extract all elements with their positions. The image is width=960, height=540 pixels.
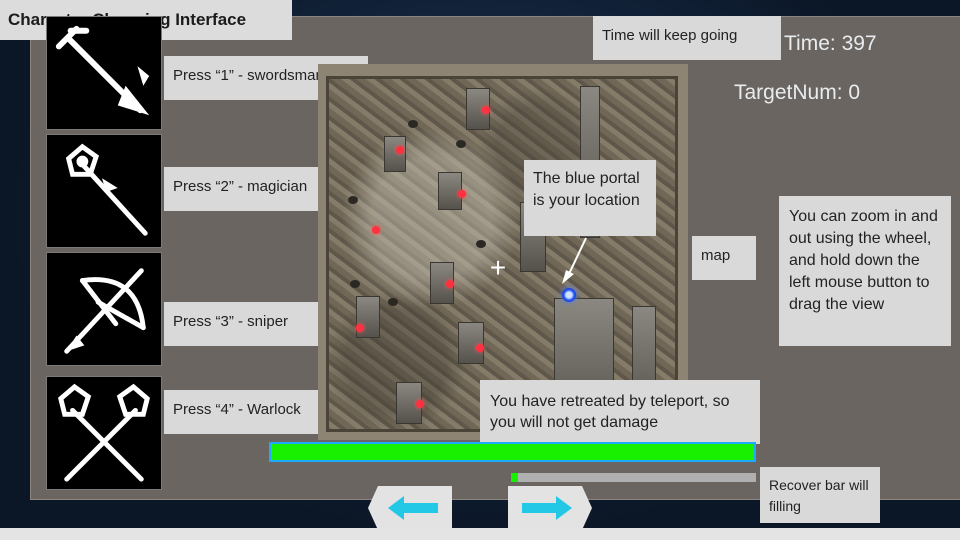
- arrow-left-icon: [368, 486, 452, 530]
- character-sniper[interactable]: [46, 252, 162, 366]
- next-character-button[interactable]: [508, 486, 592, 530]
- annotation-map: map: [692, 236, 756, 280]
- sword-icon: [55, 25, 150, 116]
- target-display: TargetNum: 0: [734, 81, 860, 105]
- enemy-marker: [416, 400, 424, 408]
- label-warlock: Press “4” - Warlock: [164, 390, 332, 434]
- map-pit: [388, 298, 398, 306]
- annotation-recover: Recover bar will filling: [760, 467, 880, 523]
- map-pit: [408, 120, 418, 128]
- enemy-marker: [482, 106, 490, 114]
- map-pit: [350, 280, 360, 288]
- crossbow-icon: [64, 268, 146, 354]
- label-sniper: Press “3” - sniper: [164, 302, 320, 346]
- prev-character-button[interactable]: [368, 486, 452, 530]
- map-wall: [458, 322, 484, 364]
- annotation-zoom: You can zoom in and out using the wheel,…: [779, 196, 951, 346]
- annotation-pointer-arrow: [562, 237, 587, 284]
- portal-location-icon: [562, 288, 576, 302]
- enemy-marker: [476, 344, 484, 352]
- arrow-right-icon: [508, 486, 592, 530]
- enemy-marker: [396, 146, 404, 154]
- enemy-marker: [372, 226, 380, 234]
- bottom-strip: [0, 528, 960, 540]
- recover-bar: [511, 473, 756, 482]
- map-pit: [456, 140, 466, 148]
- map-terrain: +: [326, 76, 678, 432]
- time-label: Time:: [784, 32, 836, 55]
- target-value: 0: [848, 81, 861, 104]
- recover-bar-fill: [511, 473, 519, 482]
- health-bar: [269, 442, 756, 462]
- annotation-teleport: You have retreated by teleport, so you w…: [480, 380, 760, 444]
- time-display: Time: 397: [784, 32, 877, 56]
- crossed-staves-icon: [58, 383, 150, 482]
- staff-icon: [65, 143, 148, 236]
- enemy-marker: [446, 280, 454, 288]
- target-label: TargetNum:: [734, 81, 843, 104]
- annotation-portal: The blue portal is your location: [524, 160, 656, 236]
- health-bar-fill: [271, 444, 754, 460]
- annotation-time: Time will keep going: [593, 16, 781, 60]
- map-wall: [384, 136, 406, 172]
- character-warlock[interactable]: [46, 376, 162, 490]
- map-pit: [476, 240, 486, 248]
- crosshair-icon: +: [489, 252, 507, 283]
- enemy-marker: [458, 190, 466, 198]
- enemy-marker: [356, 324, 364, 332]
- map-pit: [348, 196, 358, 204]
- character-swordsman[interactable]: [46, 16, 162, 130]
- character-magician[interactable]: [46, 134, 162, 248]
- time-value: 397: [841, 32, 877, 55]
